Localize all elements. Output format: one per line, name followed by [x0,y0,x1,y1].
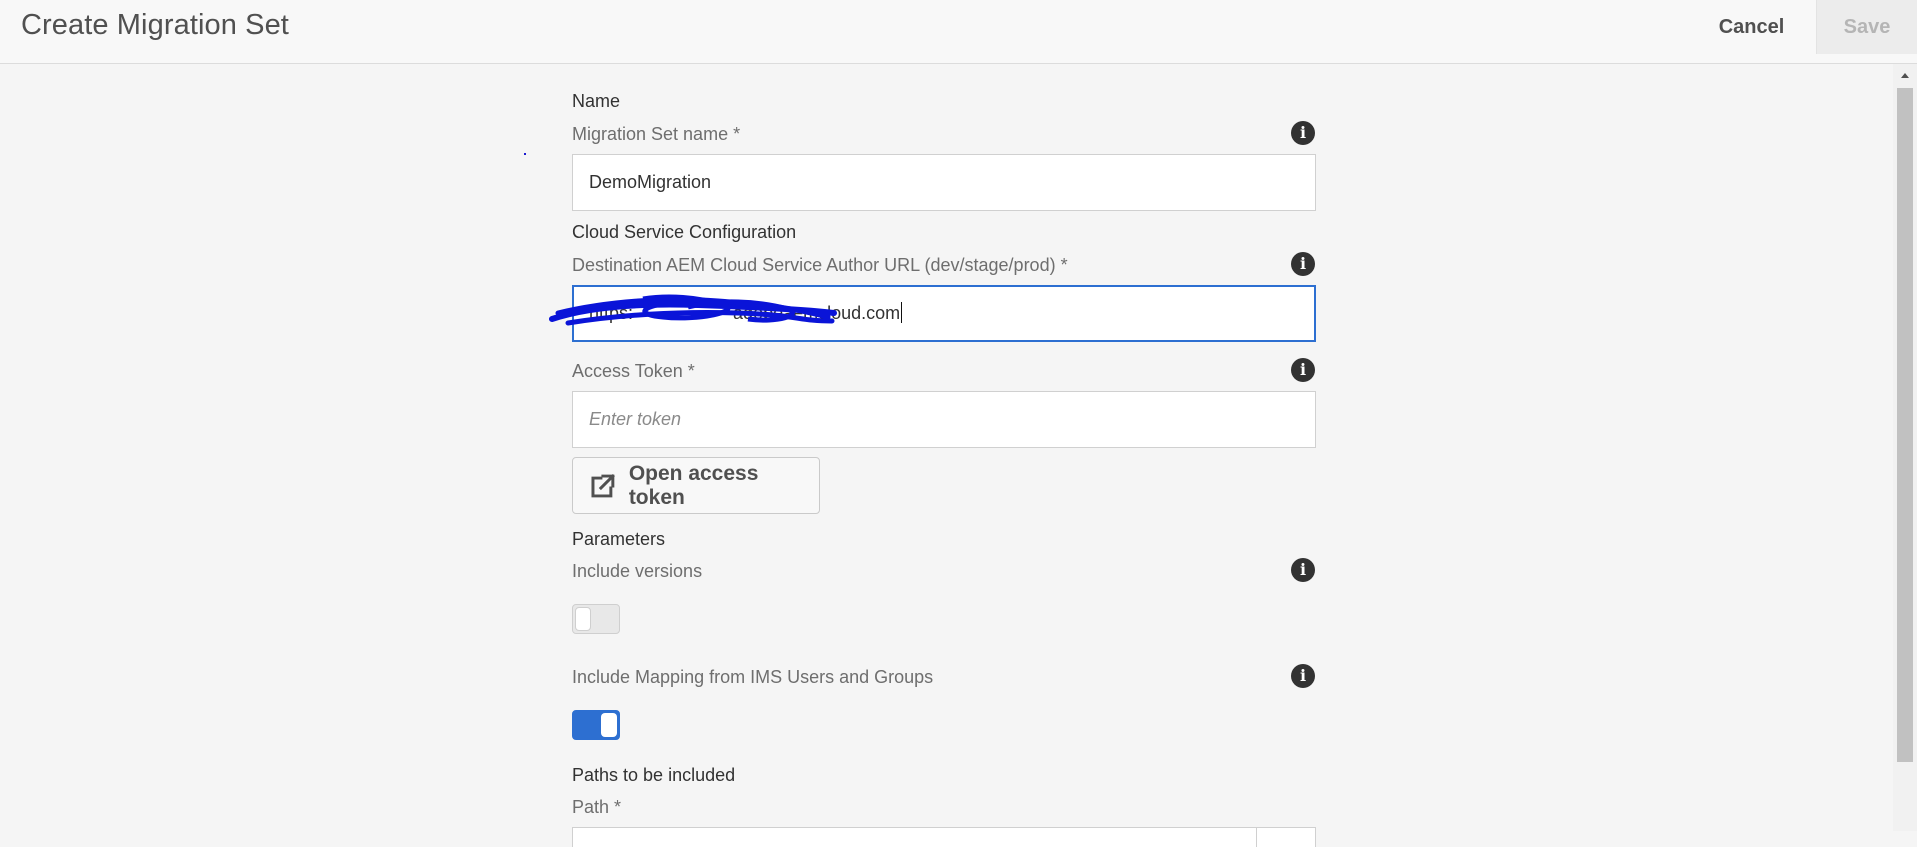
scrollbar-thumb[interactable] [1897,88,1913,762]
destination-url-label: Destination AEM Cloud Service Author URL… [572,255,1068,275]
info-icon[interactable]: i [1291,121,1315,145]
page-title: Create Migration Set [21,9,289,41]
path-label: Path * [572,797,622,817]
open-access-token-label: Open access token [628,461,759,509]
include-versions-toggle[interactable] [572,604,620,634]
paths-section-heading: Paths to be included [572,765,736,785]
info-icon[interactable]: i [1291,252,1315,276]
migration-set-name-input[interactable] [572,154,1316,211]
toggle-knob [601,713,617,737]
migration-set-name-label: Migration Set name * [572,124,741,144]
destination-url-value: https: adobeaemcloud.com [589,302,903,323]
external-link-icon [591,473,615,497]
text-caret [901,302,903,323]
include-mapping-label: Include Mapping from IMS Users and Group… [572,667,934,687]
path-field-divider [1256,827,1257,847]
access-token-input[interactable] [572,391,1316,448]
page-header: Create Migration Set Cancel Save [0,0,1917,64]
info-icon[interactable]: i [1291,358,1315,382]
save-button[interactable]: Save [1816,0,1917,54]
info-icon[interactable]: i [1291,664,1315,688]
form-content: Name Migration Set name * i Cloud Servic… [0,64,1893,831]
name-section-heading: Name [572,91,621,111]
toggle-knob [575,607,591,631]
open-access-token-button[interactable]: Open access token [572,457,820,514]
path-input[interactable] [572,827,1316,847]
include-versions-label: Include versions [572,561,703,581]
parameters-section-heading: Parameters [572,529,666,549]
access-token-label: Access Token * [572,361,695,381]
include-mapping-toggle[interactable] [572,710,620,740]
cloud-service-section-heading: Cloud Service Configuration [572,222,797,242]
info-icon[interactable]: i [1291,558,1315,582]
destination-url-input[interactable]: https: adobeaemcloud.com [572,285,1316,342]
cancel-button[interactable]: Cancel [1704,0,1799,54]
stray-dot [524,153,526,155]
vertical-scrollbar[interactable] [1893,64,1917,831]
chevron-up-icon[interactable] [1893,64,1917,86]
